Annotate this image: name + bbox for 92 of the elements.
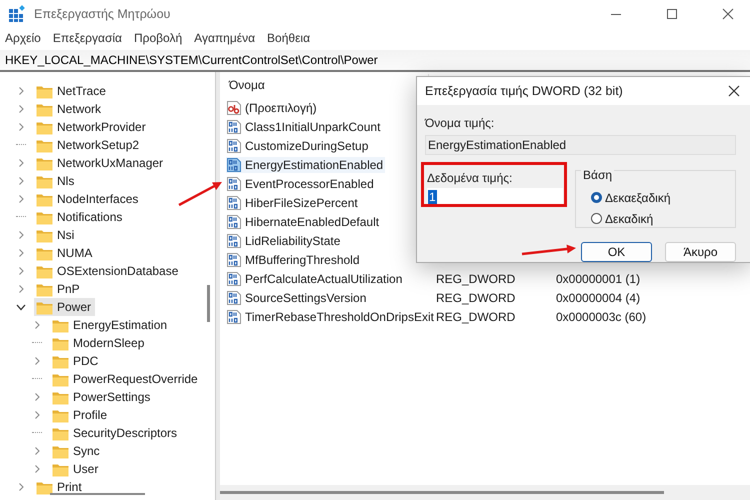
field-label: Όνομα τιμής: [425, 116, 496, 130]
folder-icon [36, 174, 53, 188]
folder-icon [36, 192, 53, 206]
folder-icon [52, 426, 69, 440]
folder-icon [52, 336, 69, 350]
tree-item[interactable]: Network [34, 100, 106, 118]
folder-icon [36, 84, 53, 98]
value-name[interactable]: CustomizeDuringSetup [226, 138, 370, 154]
folder-icon [52, 444, 69, 458]
radio-button[interactable] [591, 213, 602, 224]
folder-icon [36, 300, 53, 314]
chevron-icon[interactable] [16, 302, 26, 312]
folder-icon [36, 246, 53, 260]
tree-item[interactable]: PowerRequestOverride [50, 370, 202, 388]
column-header[interactable]: Όνομα [229, 78, 265, 92]
tree-item[interactable]: NetTrace [34, 82, 110, 100]
menu-item[interactable]: Επεξεργασία [52, 30, 122, 46]
annotation-arrow [522, 244, 576, 256]
value-name[interactable]: MfBufferingThreshold [226, 252, 362, 268]
maximize-icon[interactable] [666, 8, 678, 20]
folder-icon [52, 318, 69, 332]
tree-item[interactable]: ModernSleep [50, 334, 148, 352]
folder-icon [36, 228, 53, 242]
table-cell-text: REG_DWORD [435, 290, 516, 304]
table-cell: 0x00000004 (4) [556, 290, 640, 304]
radio-label[interactable]: Δεκαεξαδική [605, 190, 671, 204]
folder-icon [52, 390, 69, 404]
folder-icon [36, 138, 53, 152]
table-cell: 0x0000003c (60) [556, 310, 646, 324]
table-cell-text: REG_DWORD [435, 272, 516, 286]
menu-item[interactable]: Βοήθεια [267, 30, 310, 46]
field-label: Δεδομένα τιμής: [427, 171, 514, 185]
tree-item[interactable]: OSExtensionDatabase [34, 262, 182, 280]
folder-icon [36, 480, 53, 494]
tree-item[interactable]: PnP [34, 280, 84, 298]
folder-icon [52, 372, 69, 386]
scrollbar-thumb[interactable] [207, 285, 210, 322]
table-cell: 0x00000001 (1) [556, 272, 640, 286]
menu-item[interactable]: Αρχείο [5, 30, 41, 46]
folder-icon [36, 210, 53, 224]
tree-item[interactable]: Notifications [34, 208, 126, 226]
folder-icon [52, 408, 69, 422]
value-name[interactable]: Class1InitialUnparkCount [226, 118, 382, 134]
tree-item[interactable]: Nsi [34, 226, 78, 244]
value-name[interactable]: EventProcessorEnabled [226, 176, 376, 192]
tree-item[interactable]: NetworkUxManager [34, 154, 168, 172]
folder-icon [36, 102, 53, 116]
tree-item[interactable]: PDC [50, 352, 102, 370]
table-cell-text: REG_DWORD [435, 310, 516, 324]
tree-item[interactable]: NetworkProvider [34, 118, 150, 136]
folder-icon [36, 264, 53, 278]
tree-item[interactable]: NodeInterfaces [34, 190, 142, 208]
tree-item[interactable]: NetworkSetup2 [34, 136, 144, 154]
folder-icon [52, 354, 69, 368]
value-name[interactable]: (Προεπιλογή) [226, 100, 319, 116]
folder-icon [36, 120, 53, 134]
scrollbar-thumb[interactable] [50, 493, 145, 495]
input-field[interactable]: EnergyEstimationEnabled [425, 135, 736, 155]
value-name[interactable]: PerfCalculateActualUtilization [226, 270, 404, 286]
tree-item[interactable]: Profile [50, 406, 112, 424]
close-icon[interactable] [722, 8, 734, 20]
folder-icon [36, 156, 53, 170]
tree-item[interactable]: EnergyEstimation [50, 316, 172, 334]
value-name[interactable]: HiberFileSizePercent [226, 194, 360, 210]
menu-item[interactable]: Προβολή [134, 30, 182, 46]
tree-item[interactable]: NUMA [34, 244, 96, 262]
cancel-button[interactable]: Άκυρο [665, 242, 736, 262]
window-title: Επεξεργαστής Μητρώου [34, 7, 172, 21]
radio-button[interactable] [591, 192, 602, 203]
dialog-title: Επεξεργασία τιμής DWORD (32 bit) [425, 84, 623, 98]
folder-icon [36, 282, 53, 296]
tree-item[interactable]: Nls [34, 172, 78, 190]
ok-button[interactable]: OK [581, 242, 652, 262]
app-icon [8, 5, 26, 23]
close-icon[interactable] [728, 85, 740, 97]
menu-item[interactable]: Αγαπημένα [194, 30, 256, 46]
scrollbar-thumb[interactable] [220, 491, 664, 494]
annotation-arrow [178, 182, 222, 206]
radio-label[interactable]: Δεκαδική [605, 212, 654, 226]
value-name[interactable]: SourceSettingsVersion [226, 290, 368, 306]
tree-item[interactable]: User [50, 460, 102, 478]
folder-icon [52, 462, 69, 476]
value-name[interactable]: EnergyEstimationEnabled [226, 156, 386, 172]
value-name[interactable]: LidReliabilityState [226, 232, 342, 248]
tree-item[interactable]: PowerSettings [50, 388, 154, 406]
tree-item[interactable]: Sync [50, 442, 104, 460]
tree-item[interactable]: SecurityDescriptors [50, 424, 182, 442]
group-label: Βάση [581, 168, 614, 182]
value-name[interactable]: HibernateEnabledDefault [226, 214, 382, 230]
value-name[interactable]: TimerRebaseThresholdOnDripsExit [226, 308, 436, 324]
tree-item[interactable]: Print [34, 478, 86, 496]
tree-item[interactable]: Power [34, 298, 96, 316]
